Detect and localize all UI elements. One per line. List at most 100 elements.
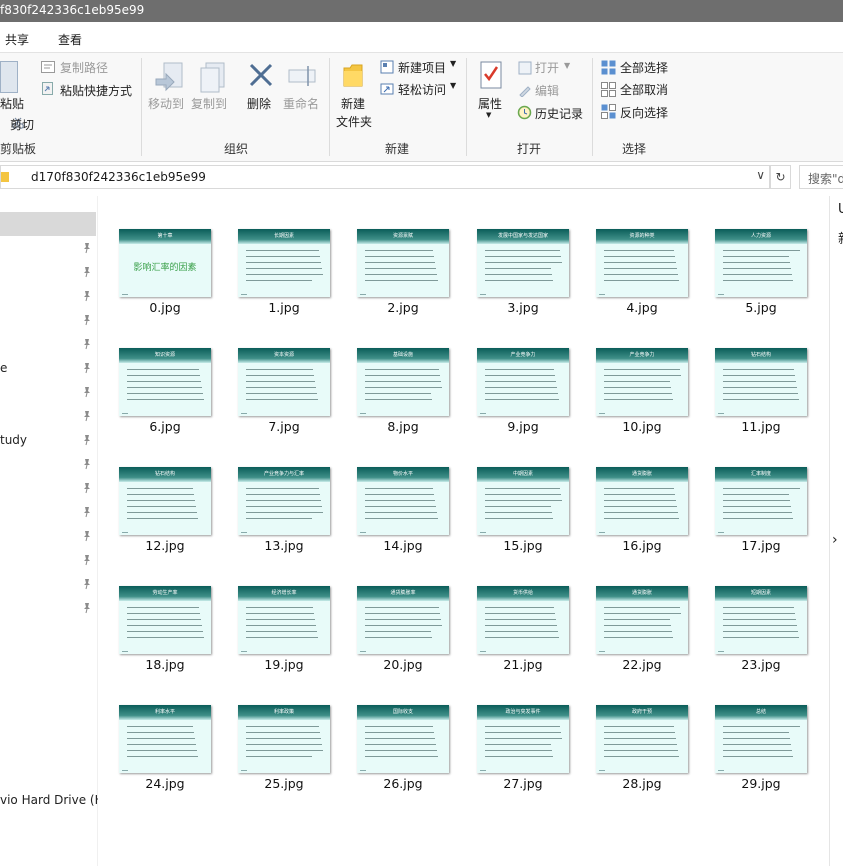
chevron-down-icon[interactable]: ∨ (756, 168, 765, 182)
new-folder-line2[interactable]: 文件夹 (336, 113, 372, 130)
pin-icon[interactable] (82, 602, 92, 614)
slide-text-line (127, 387, 202, 388)
file-item[interactable]: 经济增长率 19.jpg (238, 586, 330, 680)
delete-button[interactable]: 删除 (247, 95, 271, 112)
slide-text-line (723, 506, 791, 507)
new-item-dropdown-icon[interactable]: ▼ (450, 59, 456, 68)
file-item[interactable]: 国际收支 26.jpg (357, 705, 449, 799)
slide-text-line (365, 625, 442, 626)
file-item[interactable]: 资本资源 7.jpg (238, 348, 330, 442)
file-item[interactable]: 总结 29.jpg (715, 705, 807, 799)
select-none-button[interactable]: 全部取消 (620, 81, 668, 98)
file-item[interactable]: 产业竞争力 10.jpg (596, 348, 688, 442)
pin-icon[interactable] (82, 506, 92, 518)
slide-text-line (127, 607, 199, 608)
edit-button[interactable]: 编辑 (535, 82, 559, 99)
file-name: 23.jpg (741, 657, 781, 672)
nav-selected-item[interactable] (0, 212, 96, 236)
slide-footer (122, 770, 128, 771)
slide-title: 劳动生产率 (152, 590, 178, 596)
paste-shortcut-button[interactable]: 粘贴快捷方式 (60, 82, 132, 99)
slide-text-line (246, 369, 313, 370)
file-item[interactable]: 通货膨胀 16.jpg (596, 467, 688, 561)
file-item[interactable]: 钻石结构 11.jpg (715, 348, 807, 442)
file-item[interactable]: 短期因素 23.jpg (715, 586, 807, 680)
search-input[interactable]: 搜索"d (799, 165, 843, 189)
file-item[interactable]: 通货膨胀 22.jpg (596, 586, 688, 680)
file-item[interactable]: 物价水平 14.jpg (357, 467, 449, 561)
nav-item[interactable]: tudy (0, 433, 27, 447)
tab-view[interactable]: 查看 (58, 31, 82, 48)
pin-icon[interactable] (82, 242, 92, 254)
file-item[interactable]: 资源的种类 4.jpg (596, 229, 688, 323)
nav-item[interactable]: e (0, 361, 7, 375)
pin-icon[interactable] (82, 530, 92, 542)
pin-icon[interactable] (82, 554, 92, 566)
file-item[interactable]: 政治与突发事件 27.jpg (477, 705, 569, 799)
file-item[interactable]: 劳动生产率 18.jpg (119, 586, 211, 680)
pin-icon[interactable] (82, 458, 92, 470)
pin-icon[interactable] (82, 266, 92, 278)
paste-button[interactable]: 粘贴 (0, 95, 24, 112)
pin-icon[interactable] (82, 434, 92, 446)
file-item[interactable]: 人力资源 5.jpg (715, 229, 807, 323)
easy-access-dropdown-icon[interactable]: ▼ (450, 81, 456, 90)
easy-access-button[interactable]: 轻松访问 (398, 81, 446, 98)
file-item[interactable]: 利率政策 25.jpg (238, 705, 330, 799)
slide-text-line (485, 393, 558, 394)
pin-icon[interactable] (82, 314, 92, 326)
pin-icon[interactable] (82, 362, 92, 374)
file-item[interactable]: 利率水平 24.jpg (119, 705, 211, 799)
refresh-button[interactable]: ↻ (770, 165, 791, 189)
slide-text-line (604, 637, 673, 638)
file-name: 25.jpg (264, 776, 304, 791)
edit-icon (519, 86, 531, 97)
slide-text-line (127, 756, 198, 757)
history-icon (517, 105, 532, 120)
file-item[interactable]: 第十章 影响汇率的因素 0.jpg (119, 229, 211, 323)
chevron-right-icon[interactable]: › (832, 532, 838, 548)
tab-share[interactable]: 共享 (5, 31, 29, 48)
address-bar[interactable]: d170f830f242336c1eb95e99 ∨ (0, 165, 770, 189)
pin-icon[interactable] (82, 410, 92, 422)
nav-item-drive[interactable]: vio Hard Drive (H (0, 793, 104, 807)
history-button[interactable]: 历史记录 (535, 105, 583, 122)
file-name: 13.jpg (264, 538, 304, 553)
slide-text-line (723, 488, 800, 489)
copy-path-button[interactable]: 复制路径 (60, 59, 108, 76)
new-item-button[interactable]: 新建项目 (398, 59, 446, 76)
file-item[interactable]: 基础设施 8.jpg (357, 348, 449, 442)
properties-dropdown-icon[interactable]: ▼ (486, 111, 491, 119)
open-button[interactable]: 打开 (535, 59, 559, 76)
pin-icon[interactable] (82, 386, 92, 398)
slide-footer (599, 651, 605, 652)
pin-icon[interactable] (82, 578, 92, 590)
file-item[interactable]: 资源禀赋 2.jpg (357, 229, 449, 323)
pin-icon[interactable] (82, 482, 92, 494)
move-to-button[interactable]: 移动到 (148, 95, 184, 112)
properties-button[interactable]: 属性 (478, 95, 502, 112)
file-item[interactable]: 汇率制度 17.jpg (715, 467, 807, 561)
pin-icon[interactable] (82, 290, 92, 302)
file-item[interactable]: 钻石结构 12.jpg (119, 467, 211, 561)
file-item[interactable]: 知识资源 6.jpg (119, 348, 211, 442)
invert-selection-button[interactable]: 反向选择 (620, 104, 668, 121)
file-item[interactable]: 通货膨胀率 20.jpg (357, 586, 449, 680)
cut-button[interactable]: 剪切 (10, 116, 34, 133)
file-item[interactable]: 长期因素 1.jpg (238, 229, 330, 323)
file-item[interactable]: 中期因素 15.jpg (477, 467, 569, 561)
slide-text-line (723, 274, 792, 275)
file-name: 4.jpg (626, 300, 658, 315)
rename-button[interactable]: 重命名 (283, 95, 319, 112)
new-folder-line1[interactable]: 新建 (341, 95, 365, 112)
slide-title: 第十章 (157, 233, 173, 239)
pin-icon[interactable] (82, 338, 92, 350)
open-dropdown-icon[interactable]: ▼ (564, 61, 570, 70)
file-item[interactable]: 政府干预 28.jpg (596, 705, 688, 799)
file-item[interactable]: 产业竞争力 9.jpg (477, 348, 569, 442)
file-item[interactable]: 货币供给 21.jpg (477, 586, 569, 680)
file-item[interactable]: 产业竞争力与汇率 13.jpg (238, 467, 330, 561)
select-all-button[interactable]: 全部选择 (620, 59, 668, 76)
file-item[interactable]: 发展中国家与发达国家 3.jpg (477, 229, 569, 323)
copy-to-button[interactable]: 复制到 (191, 95, 227, 112)
